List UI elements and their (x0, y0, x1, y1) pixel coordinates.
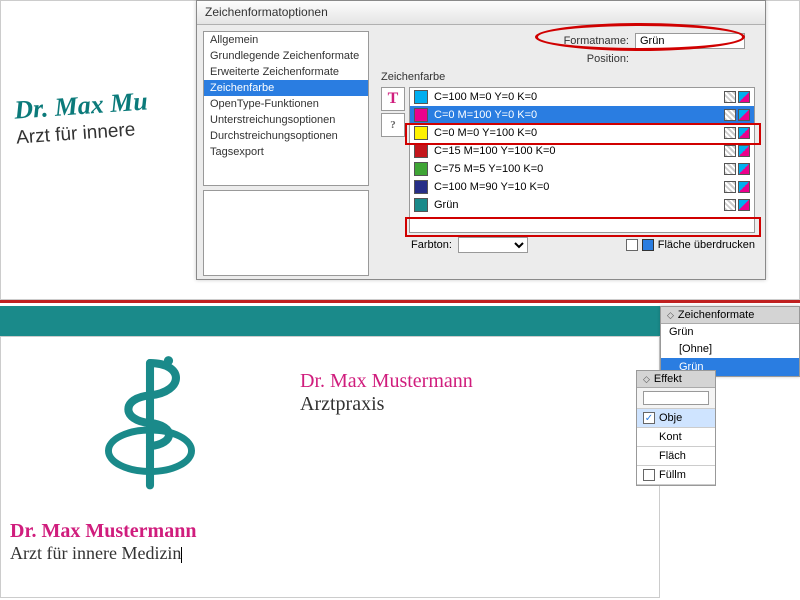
zeichenfarbe-heading: Zeichenfarbe (381, 71, 755, 83)
swatch-colormodel-icon (738, 127, 750, 139)
practice-text-block: Dr. Max Mustermann Arztpraxis (300, 370, 473, 416)
swatch-row[interactable]: C=100 M=90 Y=10 K=0 (410, 178, 754, 196)
section-list-item[interactable]: Zeichenfarbe (204, 80, 368, 96)
swatch-colormodel-icon (738, 199, 750, 211)
dialog-left-pane: AllgemeinGrundlegende ZeichenformateErwe… (197, 25, 375, 279)
panel-current-style: Grün (661, 324, 799, 340)
swatch-editable-icon (724, 91, 736, 103)
swatch-colormodel-icon (738, 145, 750, 157)
effekte-row-fuellmethode[interactable]: Füllm (637, 466, 715, 485)
bottom-title: Dr. Max Mustermann (10, 520, 196, 543)
swatch-label: C=0 M=100 Y=0 K=0 (434, 109, 718, 121)
chevron-icon: ◇ (667, 310, 674, 321)
rod-of-asclepius-icon (90, 340, 210, 490)
overprint-label: Fläche überdrucken (658, 239, 755, 251)
swatch-label: C=100 M=0 Y=0 K=0 (434, 91, 718, 103)
swatch-chip-icon (414, 180, 428, 194)
swatch-label: Grün (434, 199, 718, 211)
practice-title: Dr. Max Mustermann (300, 370, 473, 393)
chevron-icon: ◇ (643, 374, 650, 385)
panel-style-item-none[interactable]: [Ohne] (661, 340, 799, 358)
farbton-label: Farbton: (411, 239, 452, 251)
swatch-chip-icon (414, 108, 428, 122)
dialog-right-pane: Formatname: Position: Zeichenfarbe T ? C… (375, 25, 765, 279)
panel-zeichenformate[interactable]: ◇Zeichenformate Grün [Ohne] Grün (660, 306, 800, 377)
dialog-section-list[interactable]: AllgemeinGrundlegende ZeichenformateErwe… (203, 31, 369, 186)
swatch-editable-icon (724, 145, 736, 157)
checkbox-icon[interactable] (643, 469, 655, 481)
swatch-chip-icon (414, 90, 428, 104)
swatch-row[interactable]: Grün (410, 196, 754, 214)
swatch-label: C=15 M=100 Y=100 K=0 (434, 145, 718, 157)
swatch-row[interactable]: C=75 M=5 Y=100 K=0 (410, 160, 754, 178)
swatch-chip-icon (414, 144, 428, 158)
help-icon[interactable]: ? (381, 113, 405, 137)
checkbox-icon[interactable]: ✓ (643, 412, 655, 424)
section-list-item[interactable]: Erweiterte Zeichenformate (204, 64, 368, 80)
section-list-item[interactable]: Grundlegende Zeichenformate (204, 48, 368, 64)
swatch-row[interactable]: C=0 M=0 Y=100 K=0 (410, 124, 754, 142)
text-fill-icon[interactable]: T (381, 87, 405, 111)
effekte-filter-input[interactable] (643, 391, 709, 405)
practice-subtitle: Arztpraxis (300, 393, 473, 416)
formatname-label: Formatname: (564, 35, 629, 47)
swatch-editable-icon (724, 127, 736, 139)
section-list-item[interactable]: Allgemein (204, 32, 368, 48)
farbton-select[interactable] (458, 237, 528, 253)
swatch-colormodel-icon (738, 163, 750, 175)
swatch-colormodel-icon (738, 91, 750, 103)
swatch-editable-icon (724, 181, 736, 193)
swatch-label: C=0 M=0 Y=100 K=0 (434, 127, 718, 139)
section-list-item[interactable]: Tagsexport (204, 144, 368, 160)
fill-chip-icon (642, 239, 654, 251)
title-block-tilted: Dr. Max Mu Arzt für innere (13, 86, 150, 149)
section-list-item[interactable]: Unterstreichungsoptionen (204, 112, 368, 128)
dialog-title: Zeichenformatoptionen (197, 1, 765, 25)
swatch-label: C=75 M=5 Y=100 K=0 (434, 163, 718, 175)
bottom-text-block[interactable]: Dr. Max Mustermann Arzt für innere Mediz… (10, 520, 196, 564)
swatch-colormodel-icon (738, 109, 750, 121)
teal-band (0, 306, 660, 336)
effekte-row-flaeche[interactable]: Fläch (637, 447, 715, 466)
section-list-item[interactable]: OpenType-Funktionen (204, 96, 368, 112)
red-divider (0, 300, 800, 303)
swatch-chip-icon (414, 198, 428, 212)
swatch-row[interactable]: C=15 M=100 Y=100 K=0 (410, 142, 754, 160)
swatch-chip-icon (414, 162, 428, 176)
position-label: Position: (587, 53, 629, 65)
text-cursor (181, 547, 182, 563)
effekte-row-objekt[interactable]: ✓Obje (637, 409, 715, 428)
bottom-subtitle: Arzt für innere Medizin (10, 543, 196, 564)
swatch-label: C=100 M=90 Y=10 K=0 (434, 181, 718, 193)
panel-effekte[interactable]: ◇Effekt ✓Obje Kont Fläch Füllm (636, 370, 716, 486)
overprint-checkbox[interactable] (626, 239, 638, 251)
swatch-list[interactable]: C=100 M=0 Y=0 K=0 C=0 M=100 Y=0 K=0 C=0 M=… (409, 87, 755, 233)
swatch-editable-icon (724, 109, 736, 121)
effekte-row-kontur[interactable]: Kont (637, 428, 715, 447)
panel-effekte-tab[interactable]: ◇Effekt (637, 371, 715, 388)
character-style-options-dialog: Zeichenformatoptionen AllgemeinGrundlege… (196, 0, 766, 280)
swatch-row[interactable]: C=100 M=0 Y=0 K=0 (410, 88, 754, 106)
panel-zeichenformate-tab[interactable]: ◇Zeichenformate (661, 307, 799, 324)
swatch-editable-icon (724, 199, 736, 211)
swatch-row[interactable]: C=0 M=100 Y=0 K=0 (410, 106, 754, 124)
swatch-chip-icon (414, 126, 428, 140)
swatch-editable-icon (724, 163, 736, 175)
formatname-input[interactable] (635, 33, 745, 49)
swatch-colormodel-icon (738, 181, 750, 193)
dialog-description-area (203, 190, 369, 276)
section-list-item[interactable]: Durchstreichungsoptionen (204, 128, 368, 144)
